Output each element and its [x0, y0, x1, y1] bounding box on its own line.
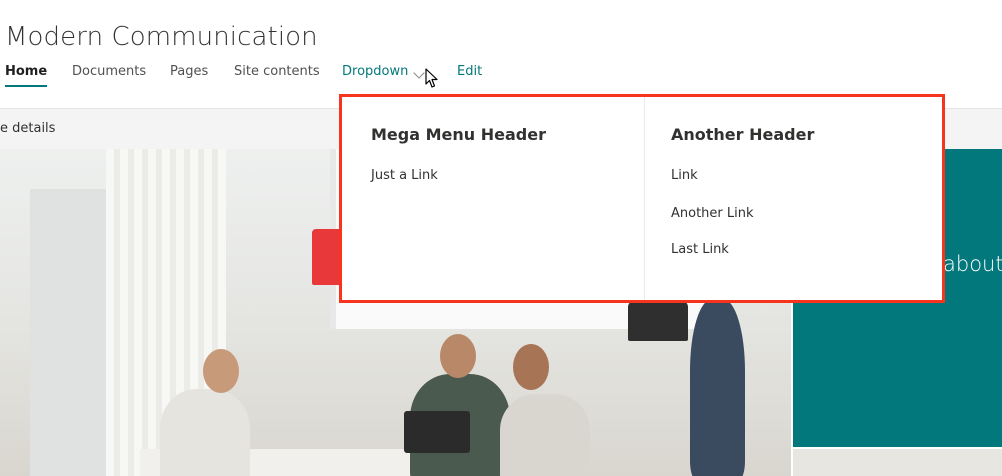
mega-menu-header: Mega Menu Header	[371, 125, 546, 144]
mega-menu-link[interactable]: Link	[671, 168, 698, 183]
nav-item-edit[interactable]: Edit	[457, 62, 482, 82]
mega-menu-link[interactable]: Another Link	[671, 206, 754, 221]
nav-item-dropdown[interactable]: Dropdown	[342, 62, 408, 82]
page-details-button[interactable]: e details	[0, 121, 55, 136]
mega-menu-header: Another Header	[671, 125, 815, 144]
red-lamp	[312, 229, 346, 285]
mouse-pointer-icon	[425, 68, 438, 88]
person-head	[440, 334, 476, 378]
person-standing	[690, 299, 745, 476]
mega-menu: Mega Menu Header Just a Link Another Hea…	[342, 97, 942, 300]
whiteboard	[30, 189, 110, 476]
person-woman-left	[160, 389, 250, 476]
mega-menu-link[interactable]: Just a Link	[371, 168, 438, 183]
laptop	[404, 411, 470, 453]
site-title: Modern Communication	[5, 22, 318, 52]
hero-tile-text: about	[943, 252, 1002, 276]
nav-item-home[interactable]: Home	[5, 62, 48, 87]
person-head	[203, 349, 239, 393]
nav-item-pages[interactable]: Pages	[170, 62, 208, 82]
person-woman-right	[500, 394, 590, 476]
person-head	[513, 344, 549, 390]
nav-item-documents[interactable]: Documents	[72, 62, 146, 82]
mega-menu-column-2: Another Header Link Another Link Last Li…	[645, 97, 942, 300]
hero-bottom-tile[interactable]	[793, 449, 1002, 476]
nav-item-site-contents[interactable]: Site contents	[234, 62, 320, 82]
top-navigation: Home Documents Pages Site contents Dropd…	[0, 62, 520, 92]
mega-menu-link[interactable]: Last Link	[671, 242, 729, 257]
black-lamp	[628, 301, 688, 341]
mega-menu-column-1: Mega Menu Header Just a Link	[342, 97, 644, 300]
